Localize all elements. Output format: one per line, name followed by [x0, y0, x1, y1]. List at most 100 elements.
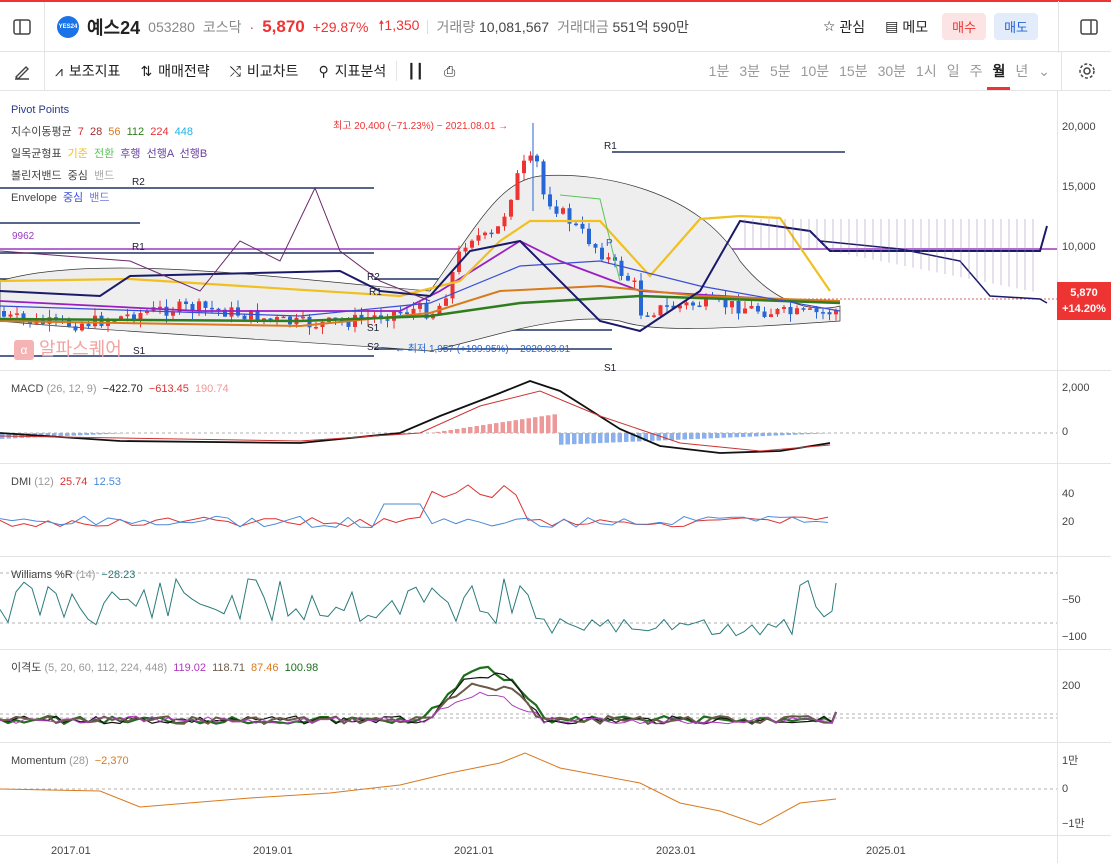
candle-body	[242, 315, 247, 320]
macd-histogram-bar	[546, 415, 551, 433]
macd-histogram-bar	[97, 433, 102, 435]
candle-body	[229, 307, 234, 317]
candle-body	[574, 223, 578, 226]
period-tab[interactable]: 주	[965, 52, 988, 90]
candle-body	[554, 206, 559, 214]
camera-icon[interactable]: ⎙	[434, 63, 465, 80]
candle-body	[684, 302, 689, 306]
macd-histogram-bar	[741, 433, 746, 437]
period-tab[interactable]: 10분	[796, 52, 834, 90]
period-tab[interactable]: 월	[987, 52, 1011, 90]
aux-indicator-button[interactable]: ⩘ 보조지표	[45, 61, 130, 81]
candle-body	[509, 199, 513, 217]
watch-button[interactable]: ☆ 관심	[817, 17, 871, 37]
y-tick: 20,000	[1062, 121, 1096, 133]
candle-body	[821, 312, 825, 314]
disparity-panel[interactable]: 이격도 (5, 20, 60, 112, 224, 448) 119.02 11…	[0, 650, 1111, 743]
chevron-down-icon[interactable]: ⌄	[1033, 52, 1055, 90]
shuffle-icon: ⤭	[229, 62, 241, 79]
time-axis[interactable]: 2017.01 2019.01 2021.01 2023.01 2025.01	[0, 836, 1111, 863]
period-tab[interactable]: 1분	[704, 52, 735, 90]
main-legend: Pivot Points 지수이동평균 7 28 56 112 224 448 …	[11, 99, 207, 209]
y-tick: 10,000	[1062, 241, 1096, 253]
disparity-line	[0, 672, 837, 725]
macd-histogram-bar	[442, 430, 447, 433]
current-price-tag: 5,870 +14.20%	[1057, 282, 1111, 320]
period-tab[interactable]: 일	[942, 52, 965, 90]
trading-strategy-button[interactable]: ⇅ 매매전략	[130, 61, 219, 81]
indicator-analysis-button[interactable]: ⚲ 지표분석	[308, 61, 396, 81]
strategy-icon: ⇅	[140, 62, 153, 79]
market-name: 코스닥	[202, 18, 242, 35]
candle-body	[795, 308, 799, 315]
macd-histogram-bar	[526, 418, 531, 433]
macd-histogram-bar	[513, 420, 518, 433]
momentum-chart[interactable]	[0, 743, 1057, 836]
period-tab[interactable]: 30분	[873, 52, 911, 90]
macd-histogram-bar	[715, 433, 720, 439]
period-tab[interactable]: 1시	[911, 52, 942, 90]
legend-ichimoku[interactable]: 일목균형표 기준 전환 후행 선행A 선행B	[11, 143, 207, 165]
candle-type-icon[interactable]: ┃┃	[397, 63, 434, 80]
period-tab[interactable]: 5분	[765, 52, 796, 90]
sidebar-toggle-icon[interactable]	[0, 2, 44, 51]
y-tick: 0	[1062, 783, 1069, 795]
candle-body	[522, 160, 526, 174]
buy-button[interactable]: 매수	[942, 13, 987, 40]
macd-histogram-bar	[780, 433, 785, 436]
candle-body	[80, 323, 84, 331]
change-percent: +29.87%	[312, 18, 369, 35]
period-tab[interactable]: 15분	[834, 52, 872, 90]
candle-body	[470, 240, 474, 248]
macd-histogram-bar	[767, 433, 772, 436]
settings-gear-icon[interactable]	[1061, 52, 1111, 90]
macd-histogram-bar	[617, 433, 622, 443]
macd-histogram-bar	[65, 433, 70, 436]
candle-body	[632, 280, 637, 282]
period-tab[interactable]: 년	[1010, 52, 1033, 90]
legend-ema[interactable]: 지수이동평균 7 28 56 112 224 448	[11, 121, 207, 143]
stock-name[interactable]: 예스24	[87, 14, 140, 40]
panel-toggle-icon[interactable]	[1067, 17, 1111, 37]
macd-histogram-bar	[760, 433, 765, 437]
memo-button[interactable]: ▤ 메모	[879, 17, 934, 37]
williams-chart[interactable]	[0, 557, 1057, 650]
legend-envelope[interactable]: Envelope 중심 밴드	[11, 187, 207, 209]
legend-pivot[interactable]: Pivot Points	[11, 99, 207, 121]
sell-button[interactable]: 매도	[994, 13, 1038, 40]
dmi-chart[interactable]	[0, 464, 1057, 557]
compare-chart-button[interactable]: ⤭ 비교차트	[220, 61, 309, 81]
candle-body	[301, 316, 305, 319]
macd-histogram-bar	[689, 433, 694, 440]
macd-histogram-bar	[676, 433, 681, 440]
macd-histogram-bar	[507, 421, 512, 433]
momentum-panel[interactable]: Momentum (28) −2,370 1만 0 −1만	[0, 743, 1111, 836]
x-tick: 2019.01	[253, 845, 293, 857]
macd-panel[interactable]: MACD (26, 12, 9) −422.70 −613.45 190.74 …	[0, 371, 1111, 464]
draw-pen-icon[interactable]	[0, 52, 44, 90]
y-tick: 20	[1062, 516, 1075, 528]
candle-body	[463, 247, 468, 252]
candle-body	[535, 155, 539, 162]
macd-histogram-bar	[611, 433, 616, 443]
macd-histogram-bar	[435, 431, 440, 433]
chart-toolbar: ⩘ 보조지표 ⇅ 매매전략 ⤭ 비교차트 ⚲ 지표분석 ┃┃ ⎙ 1분 3분 5분 10분 15…	[0, 52, 1111, 91]
dmi-panel[interactable]: DMI (12) 25.74 12.53 40 20	[0, 464, 1111, 557]
candle-body	[587, 228, 591, 245]
legend-bollinger[interactable]: 볼린저밴드 중심 밴드	[11, 165, 207, 187]
price-chart-panel[interactable]: Pivot Points 지수이동평균 7 28 56 112 224 448 …	[0, 91, 1111, 374]
period-selector: 1분 3분 5분 10분 15분 30분 1시 일 주 월 년 ⌄	[704, 52, 1055, 90]
x-tick: 2023.01	[656, 845, 696, 857]
candle-body	[502, 216, 507, 227]
candle-body	[275, 317, 279, 320]
amount-stat: 거래대금 551억 590만	[557, 18, 689, 35]
candle-body	[801, 308, 806, 310]
candle-body	[444, 298, 448, 306]
x-tick: 2021.01	[454, 845, 494, 857]
period-tab[interactable]: 3분	[734, 52, 765, 90]
analysis-icon: ⚲	[318, 62, 329, 79]
high-annotation: 최고 20,400 (−71.23%) − 2021.08.01 →	[333, 121, 509, 132]
williams-panel[interactable]: Williams %R (14) −28.23 −50 −100	[0, 557, 1111, 650]
candle-body	[405, 312, 409, 315]
candle-body	[528, 155, 533, 161]
